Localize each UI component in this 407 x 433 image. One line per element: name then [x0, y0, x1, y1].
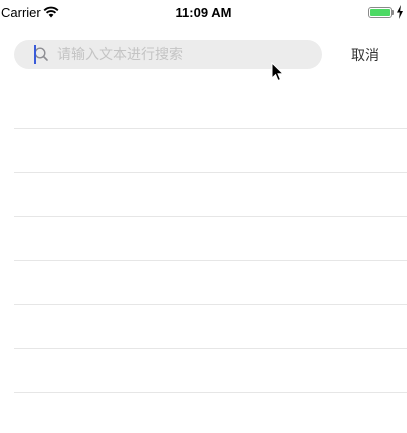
- list-item[interactable]: [14, 173, 407, 217]
- cancel-button[interactable]: 取消: [351, 45, 379, 65]
- list-item[interactable]: [14, 305, 407, 349]
- mouse-pointer-icon: [271, 61, 285, 82]
- app-screen: Carrier 11:09 AM 请输入文本进行搜索 取消: [0, 0, 407, 433]
- status-bar: Carrier 11:09 AM: [0, 0, 407, 24]
- list-item[interactable]: [14, 261, 407, 305]
- list-item[interactable]: [14, 217, 407, 261]
- battery-icon: [368, 7, 392, 18]
- battery-level-fill: [370, 9, 390, 16]
- list-item[interactable]: [14, 349, 407, 393]
- search-bar: 取消: [0, 40, 407, 70]
- list-item[interactable]: [14, 85, 407, 129]
- status-time: 11:09 AM: [175, 5, 232, 20]
- text-caret: [34, 45, 36, 64]
- results-list: [0, 85, 407, 393]
- battery-tip: [392, 10, 394, 15]
- list-item[interactable]: [14, 129, 407, 173]
- charging-bolt-icon: [396, 5, 404, 19]
